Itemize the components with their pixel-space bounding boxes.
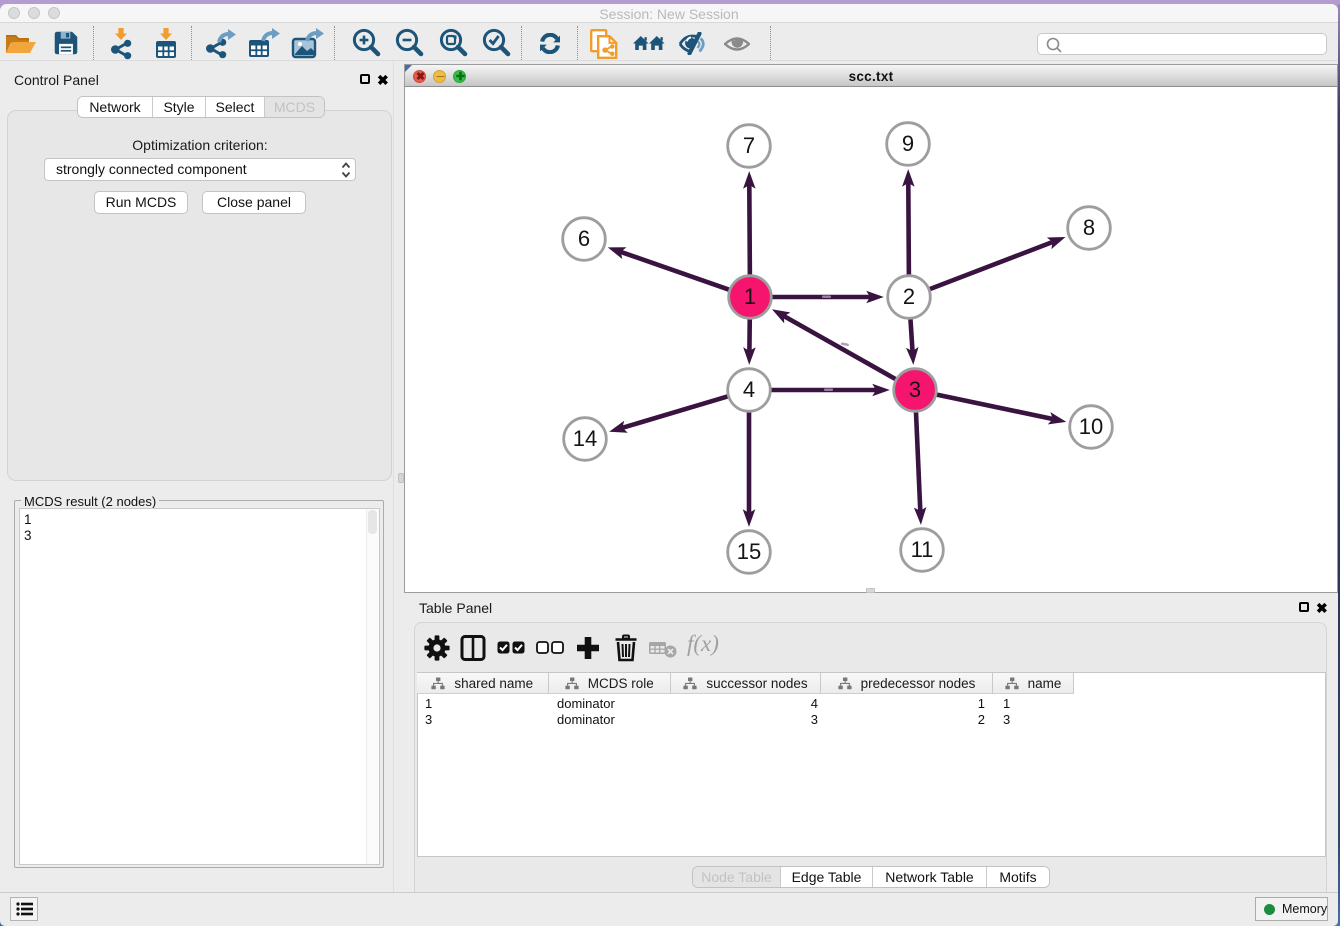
svg-text:2: 2 — [903, 284, 915, 309]
svg-text:3: 3 — [909, 377, 921, 402]
svg-text:9: 9 — [902, 131, 914, 156]
svg-text:11: 11 — [911, 537, 934, 562]
svg-text:7: 7 — [743, 133, 755, 158]
svg-text:1: 1 — [744, 284, 756, 309]
svg-text:6: 6 — [578, 226, 590, 251]
svg-text:10: 10 — [1079, 414, 1103, 439]
svg-text:8: 8 — [1083, 215, 1095, 240]
svg-text:4: 4 — [743, 377, 755, 402]
svg-text:14: 14 — [573, 426, 597, 451]
svg-text:15: 15 — [737, 539, 761, 564]
